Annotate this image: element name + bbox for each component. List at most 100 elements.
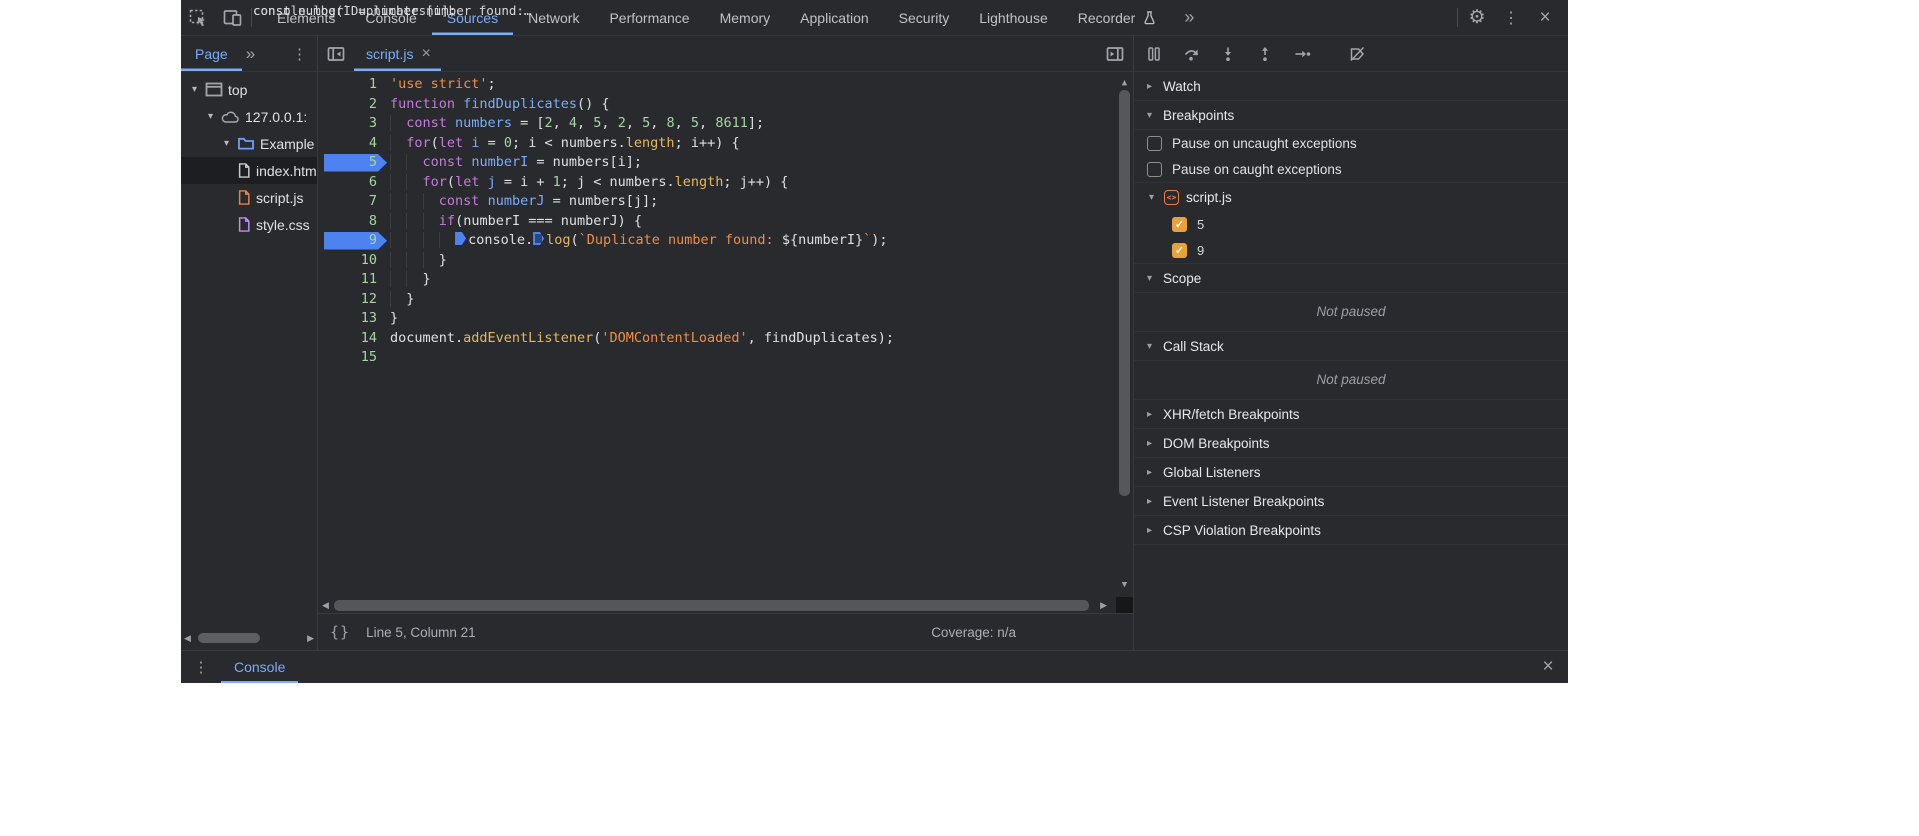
tree-item-label: 127.0.0.1: (245, 109, 307, 125)
tree-item-127-0-0-1-[interactable]: ▾ 127.0.0.1: (181, 103, 317, 130)
breakpoint-line-number[interactable]: 9 (318, 231, 390, 251)
breakpoint-line-number[interactable]: 5 (318, 153, 390, 173)
line-number-gutter: 123456789101112131415 (318, 75, 390, 368)
inline-breakpoint-active-icon[interactable] (455, 232, 466, 245)
breakpoint-file-group[interactable]: ▾ <> script.js (1134, 183, 1568, 211)
collapse-navigator-icon[interactable] (318, 36, 354, 71)
section-watch[interactable]: ▸ Watch (1134, 72, 1568, 101)
section-dom-breakpoints[interactable]: ▸ DOM Breakpoints (1134, 429, 1568, 458)
vertical-scrollbar-thumb[interactable] (1119, 90, 1130, 496)
code-line: console.log(`Duplicate number found: ${n… (390, 231, 1116, 251)
code-line: for(let j = i + 1; j < numbers.length; j… (390, 173, 1116, 193)
section-global-listeners[interactable]: ▸ Global Listeners (1134, 458, 1568, 487)
line-number[interactable]: 12 (318, 290, 390, 310)
tree-item-style-css[interactable]: style.css (181, 211, 317, 238)
line-number[interactable]: 4 (318, 134, 390, 154)
pause-script-execution-icon[interactable] (1142, 42, 1166, 66)
line-number[interactable]: 7 (318, 192, 390, 212)
expand-arrow-icon[interactable]: ▾ (205, 111, 216, 122)
breakpoint-line-label: 9 (1197, 243, 1204, 258)
cursor-position-label: Line 5, Column 21 (366, 625, 476, 640)
code-region[interactable]: 123456789101112131415 'use strict';funct… (318, 72, 1133, 597)
editor-horizontal-scrollbar[interactable]: ◀ ▶ (318, 597, 1133, 613)
section-label: XHR/fetch Breakpoints (1163, 407, 1300, 422)
tree-item-index-html[interactable]: index.html (181, 157, 317, 184)
code-content: 'use strict';function findDuplicates() {… (390, 75, 1116, 368)
expand-arrow-icon[interactable]: ▾ (221, 138, 232, 149)
pause-on-uncaught-exceptions-checkbox[interactable]: Pause on uncaught exceptions (1134, 130, 1568, 156)
scroll-right-icon[interactable]: ▶ (307, 633, 314, 644)
navigator-more-tabs-icon[interactable]: » (242, 36, 259, 71)
code-line: 'use strict'; (390, 75, 1116, 95)
drawer-tab-console[interactable]: Console (221, 651, 298, 683)
frame-icon (205, 82, 223, 97)
tree-item-example[interactable]: ▾Example (181, 130, 317, 157)
tree-item-script-js[interactable]: script.js (181, 184, 317, 211)
inspect-element-icon[interactable] (181, 0, 215, 35)
breakpoint-checkbox[interactable]: ✓ (1172, 243, 1187, 258)
line-number[interactable]: 1 (318, 75, 390, 95)
code-line: } (390, 251, 1116, 271)
step-icon[interactable] (1290, 42, 1314, 66)
editor-vertical-scrollbar[interactable]: ▲ ▼ (1116, 72, 1133, 597)
section-event-listener-breakpoints[interactable]: ▸ Event Listener Breakpoints (1134, 487, 1568, 516)
deactivate-breakpoints-icon[interactable] (1345, 42, 1369, 66)
drawer-tab-label: Console (234, 659, 285, 675)
file-icon (237, 216, 251, 233)
line-number[interactable]: 11 (318, 270, 390, 290)
toggle-debugger-sidebar-icon[interactable] (1097, 36, 1133, 71)
section-label: CSP Violation Breakpoints (1163, 523, 1321, 538)
checkbox-label: Pause on caught exceptions (1172, 162, 1342, 177)
drawer-kebab-menu-icon[interactable]: ⋮ (181, 651, 221, 683)
expand-arrow-icon[interactable]: ▾ (189, 84, 200, 95)
close-tab-icon[interactable]: × (421, 45, 430, 63)
scroll-down-icon[interactable]: ▼ (1116, 576, 1133, 596)
device-toolbar-icon[interactable] (215, 0, 249, 35)
section-breakpoints[interactable]: ▾ Breakpoints (1134, 101, 1568, 130)
second-toolbar-row: Page » ⋮ script.js × (181, 36, 1568, 72)
close-drawer-icon[interactable]: × (1528, 651, 1568, 683)
code-line: } (390, 309, 1116, 329)
tree-item-top[interactable]: ▾top (181, 76, 317, 103)
editor-status-bar: {} Line 5, Column 21 Coverage: n/a (318, 613, 1133, 650)
editor-tab-scriptjs[interactable]: script.js × (354, 36, 441, 71)
line-number[interactable]: 3 (318, 114, 390, 134)
checkbox-unchecked-icon[interactable] (1147, 136, 1162, 151)
step-into-icon[interactable] (1216, 42, 1240, 66)
line-number[interactable]: 2 (318, 95, 390, 115)
step-out-icon[interactable] (1253, 42, 1277, 66)
navigator-kebab-menu-icon[interactable]: ⋮ (282, 36, 317, 71)
navigator-horizontal-scrollbar[interactable]: ◀ ▶ (181, 630, 317, 647)
tree-item-label: script.js (256, 190, 303, 206)
section-xhr-fetch-breakpoints[interactable]: ▸ XHR/fetch Breakpoints (1134, 400, 1568, 429)
toolbar-divider (251, 8, 252, 27)
section-call-stack[interactable]: ▾ Call Stack (1134, 332, 1568, 361)
line-number[interactable]: 8 (318, 212, 390, 232)
step-over-icon[interactable] (1179, 42, 1203, 66)
line-number[interactable]: 6 (318, 173, 390, 193)
breakpoint-checkbox[interactable]: ✓ (1172, 217, 1187, 232)
cloud-icon (221, 110, 240, 124)
line-number[interactable]: 15 (318, 348, 390, 368)
breakpoint-entry[interactable]: ✓console.log(`Duplicate number found:…9 (1134, 237, 1568, 263)
navigator-scrollbar-thumb[interactable] (198, 633, 260, 643)
section-scope[interactable]: ▾ Scope (1134, 264, 1568, 293)
navigator-tab-page[interactable]: Page (181, 36, 242, 71)
line-number[interactable]: 10 (318, 251, 390, 271)
line-number[interactable]: 14 (318, 329, 390, 349)
section-label: Global Listeners (1163, 465, 1261, 480)
breakpoint-entry[interactable]: ✓const numberI = numbers[i];5 (1134, 211, 1568, 237)
section-csp-violation-breakpoints[interactable]: ▸ CSP Violation Breakpoints (1134, 516, 1568, 545)
checkbox-unchecked-icon[interactable] (1147, 162, 1162, 177)
scroll-right-icon[interactable]: ▶ (1100, 600, 1107, 611)
script-file-icon: <> (1164, 190, 1179, 205)
horizontal-scrollbar-thumb[interactable] (334, 600, 1089, 611)
inline-breakpoint-candidate-icon[interactable] (533, 232, 544, 245)
pretty-print-icon[interactable]: {} (330, 623, 350, 641)
folder-icon (237, 136, 255, 151)
line-number[interactable]: 13 (318, 309, 390, 329)
pause-on-caught-exceptions-checkbox[interactable]: Pause on caught exceptions (1134, 156, 1568, 182)
tree-item-label: index.html (256, 163, 317, 179)
scroll-left-icon[interactable]: ◀ (322, 600, 329, 611)
scroll-left-icon[interactable]: ◀ (184, 633, 191, 644)
